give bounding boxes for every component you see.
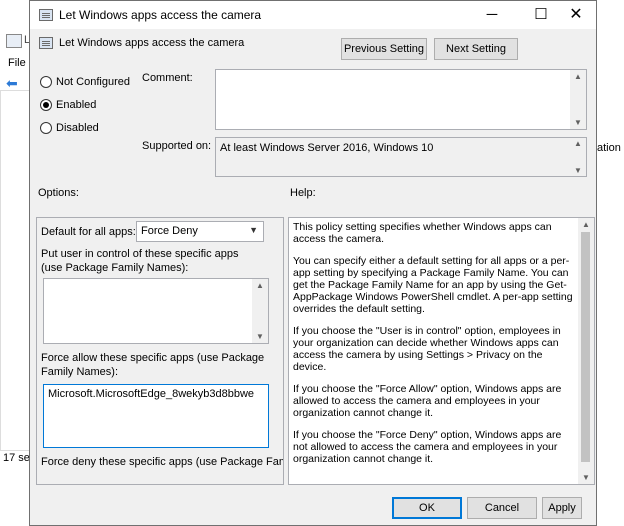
help-paragraph: You can specify either a default setting… [293, 255, 573, 315]
policy-dialog: Let Windows apps access the camera ─ ☐ ✕… [29, 0, 597, 526]
help-scroll-thumb[interactable] [581, 232, 590, 462]
radio-not-configured-label[interactable]: Not Configured [56, 76, 130, 88]
scroll-down-icon[interactable]: ▼ [252, 332, 268, 341]
supported-on-field: At least Windows Server 2016, Windows 10… [215, 137, 587, 177]
chevron-down-icon[interactable]: ▼ [249, 225, 258, 235]
force-allow-textarea[interactable]: Microsoft.MicrosoftEdge_8wekyb3d8bbwe [43, 384, 269, 448]
options-label: Options: [38, 187, 79, 199]
scroll-up-icon[interactable]: ▲ [570, 139, 586, 148]
cancel-button[interactable]: Cancel [467, 497, 537, 519]
close-icon[interactable]: ✕ [554, 1, 598, 29]
scroll-down-icon[interactable]: ▼ [570, 166, 586, 175]
apply-button[interactable]: Apply [542, 497, 582, 519]
previous-setting-button[interactable]: Previous Setting [341, 38, 427, 60]
radio-disabled[interactable] [40, 122, 52, 134]
user-control-label: Put user in control of these specific ap… [41, 248, 239, 274]
help-panel: This policy setting specifies whether Wi… [288, 217, 595, 485]
policy-icon [39, 9, 53, 21]
user-control-scrollbar[interactable]: ▲ ▼ [252, 279, 268, 343]
scroll-up-icon[interactable]: ▲ [252, 281, 268, 290]
radio-disabled-label[interactable]: Disabled [56, 122, 99, 134]
ok-button[interactable]: OK [392, 497, 462, 519]
force-allow-label: Force allow these specific apps (use Pac… [41, 352, 265, 378]
user-control-textarea[interactable]: ▲ ▼ [43, 278, 269, 344]
help-paragraph: If you choose the "User is in control" o… [293, 325, 561, 373]
background-app-icon [6, 34, 22, 48]
help-text: This policy setting specifies whether Wi… [293, 221, 575, 475]
force-allow-value: Microsoft.MicrosoftEdge_8wekyb3d8bbwe [48, 388, 255, 400]
minimize-icon[interactable]: ─ [470, 1, 514, 29]
dialog-title-bar: Let Windows apps access the camera ─ ☐ ✕ [30, 1, 596, 29]
help-paragraph: This policy setting specifies whether Wi… [293, 221, 552, 245]
radio-enabled-label[interactable]: Enabled [56, 99, 96, 111]
default-apps-dropdown[interactable]: Force Deny ▼ [136, 221, 264, 242]
force-deny-label: Force deny these specific apps (use Pack… [41, 456, 284, 468]
help-scrollbar[interactable]: ▲ ▼ [578, 218, 594, 484]
dialog-title: Let Windows apps access the camera [59, 8, 262, 22]
next-setting-button[interactable]: Next Setting [434, 38, 518, 60]
policy-header-icon [39, 37, 53, 49]
help-paragraph: If you choose the "Force Allow" option, … [293, 383, 562, 419]
supported-on-value: At least Windows Server 2016, Windows 10 [220, 142, 434, 154]
comment-scrollbar[interactable]: ▲ ▼ [570, 70, 586, 129]
help-label: Help: [290, 187, 316, 199]
options-panel: Default for all apps: Force Deny ▼ Put u… [36, 217, 284, 485]
default-apps-value: Force Deny [141, 225, 198, 237]
comment-textarea[interactable]: ▲ ▼ [215, 69, 587, 130]
radio-not-configured[interactable] [40, 76, 52, 88]
scroll-down-icon[interactable]: ▼ [570, 118, 586, 127]
radio-enabled[interactable] [40, 99, 52, 111]
scroll-up-icon[interactable]: ▲ [570, 72, 586, 81]
help-paragraph: If you choose the "Force Deny" option, W… [293, 429, 562, 465]
supported-scrollbar[interactable]: ▲ ▼ [570, 138, 586, 176]
background-right-fragment: ation [597, 142, 621, 154]
policy-name: Let Windows apps access the camera [59, 37, 245, 49]
supported-on-label: Supported on: [142, 140, 212, 152]
scroll-down-icon[interactable]: ▼ [578, 473, 594, 482]
default-apps-label: Default for all apps: [41, 226, 136, 238]
scroll-up-icon[interactable]: ▲ [578, 220, 594, 229]
comment-label: Comment: [142, 72, 193, 84]
